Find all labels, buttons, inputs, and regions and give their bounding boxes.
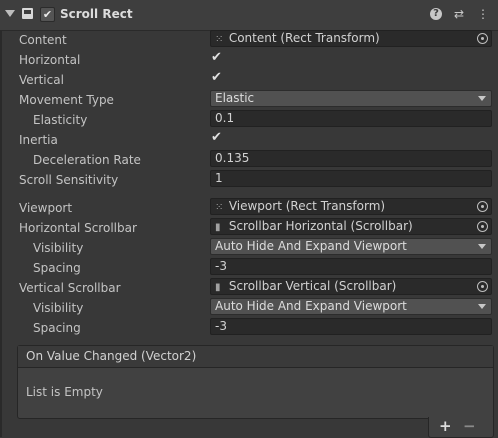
inertia-checkbox[interactable]: ✔	[211, 131, 222, 145]
dropdown-arrow-icon	[478, 304, 486, 309]
dropdown-arrow-icon	[478, 96, 486, 101]
inertia-label: Inertia	[19, 133, 58, 147]
v-visibility-row: Visibility Auto Hide And Expand Viewport	[0, 298, 498, 318]
viewport-label: Viewport	[19, 201, 73, 215]
elasticity-label: Elasticity	[33, 113, 88, 127]
v-visibility-dropdown[interactable]: Auto Hide And Expand Viewport	[210, 298, 492, 315]
h-spacing-label: Spacing	[33, 261, 81, 275]
vertical-scrollbar-value: Scrollbar Vertical (Scrollbar)	[228, 279, 397, 293]
movement-type-row: Movement Type Elastic	[0, 90, 498, 110]
scroll-rect-component-icon	[22, 8, 33, 19]
deceleration-rate-label: Deceleration Rate	[33, 153, 141, 167]
object-picker-icon[interactable]	[477, 281, 488, 292]
on-value-changed-event: On Value Changed (Vector2) List is Empty	[17, 345, 494, 419]
event-empty-text: List is Empty	[26, 385, 103, 399]
component-enabled-checkbox[interactable]: ✔	[40, 7, 55, 22]
v-spacing-row: Spacing -3	[0, 318, 498, 338]
deceleration-rate-row: Deceleration Rate 0.135	[0, 150, 498, 170]
h-visibility-row: Visibility Auto Hide And Expand Viewport	[0, 238, 498, 258]
presets-icon[interactable]: ⇄	[452, 6, 466, 22]
h-visibility-value: Auto Hide And Expand Viewport	[215, 239, 407, 253]
horizontal-label: Horizontal	[19, 53, 81, 67]
movement-type-value: Elastic	[215, 91, 255, 105]
viewport-value: Viewport (Rect Transform)	[228, 199, 386, 213]
event-header: On Value Changed (Vector2)	[18, 346, 493, 368]
elasticity-field[interactable]: 0.1	[210, 110, 492, 127]
scroll-sensitivity-row: Scroll Sensitivity 1	[0, 170, 498, 190]
remove-listener-button[interactable]: −	[463, 417, 476, 435]
h-visibility-label: Visibility	[33, 241, 84, 255]
vertical-label: Vertical	[19, 73, 64, 87]
scrollbar-icon: ▮	[215, 222, 221, 233]
dropdown-arrow-icon	[478, 244, 486, 249]
v-spacing-label: Spacing	[33, 321, 81, 335]
h-visibility-dropdown[interactable]: Auto Hide And Expand Viewport	[210, 238, 492, 255]
component-title: Scroll Rect	[60, 7, 133, 21]
h-spacing-field[interactable]: -3	[210, 258, 492, 275]
movement-type-dropdown[interactable]: Elastic	[210, 90, 492, 107]
vertical-scrollbar-label: Vertical Scrollbar	[19, 281, 121, 295]
deceleration-rate-field[interactable]: 0.135	[210, 150, 492, 167]
vertical-scrollbar-row: Vertical Scrollbar ▮ Scrollbar Vertical …	[0, 278, 498, 298]
v-visibility-value: Auto Hide And Expand Viewport	[215, 299, 407, 313]
vertical-scrollbar-object-field[interactable]: ▮ Scrollbar Vertical (Scrollbar)	[210, 278, 492, 295]
horizontal-scrollbar-object-field[interactable]: ▮ Scrollbar Horizontal (Scrollbar)	[210, 218, 492, 235]
content-value: Content (Rect Transform)	[228, 31, 380, 45]
elasticity-row: Elasticity 0.1	[0, 110, 498, 130]
horizontal-scrollbar-label: Horizontal Scrollbar	[19, 221, 137, 235]
context-menu-icon[interactable]: ⋮	[476, 6, 490, 22]
inertia-row: Inertia ✔	[0, 130, 498, 150]
v-spacing-field[interactable]: -3	[210, 318, 492, 335]
content-row: Content ⁙ Content (Rect Transform)	[0, 30, 498, 50]
content-label: Content	[19, 33, 67, 47]
component-header[interactable]: ✔ Scroll Rect ? ⇄ ⋮	[0, 0, 498, 31]
viewport-row: Viewport ⁙ Viewport (Rect Transform)	[0, 198, 498, 218]
event-title: On Value Changed (Vector2)	[26, 349, 197, 363]
add-listener-button[interactable]: +	[439, 417, 452, 435]
rect-transform-icon: ⁙	[215, 202, 224, 213]
object-picker-icon[interactable]	[477, 33, 488, 44]
event-list-controls: + −	[428, 417, 494, 438]
scrollbar-icon: ▮	[215, 282, 221, 293]
scroll-sensitivity-label: Scroll Sensitivity	[19, 173, 119, 187]
horizontal-row: Horizontal ✔	[0, 50, 498, 70]
horizontal-checkbox[interactable]: ✔	[211, 51, 222, 65]
object-picker-icon[interactable]	[477, 201, 488, 212]
rect-transform-icon: ⁙	[215, 34, 224, 45]
vertical-checkbox[interactable]: ✔	[211, 71, 222, 85]
foldout-arrow-icon[interactable]	[5, 10, 15, 17]
viewport-object-field[interactable]: ⁙ Viewport (Rect Transform)	[210, 198, 492, 215]
horizontal-scrollbar-row: Horizontal Scrollbar ▮ Scrollbar Horizon…	[0, 218, 498, 238]
h-spacing-row: Spacing -3	[0, 258, 498, 278]
help-icon[interactable]: ?	[430, 8, 442, 20]
v-visibility-label: Visibility	[33, 301, 84, 315]
content-object-field[interactable]: ⁙ Content (Rect Transform)	[210, 30, 492, 47]
object-picker-icon[interactable]	[477, 221, 488, 232]
movement-type-label: Movement Type	[19, 93, 114, 107]
scroll-sensitivity-field[interactable]: 1	[210, 170, 492, 187]
horizontal-scrollbar-value: Scrollbar Horizontal (Scrollbar)	[228, 219, 413, 233]
vertical-row: Vertical ✔	[0, 70, 498, 90]
